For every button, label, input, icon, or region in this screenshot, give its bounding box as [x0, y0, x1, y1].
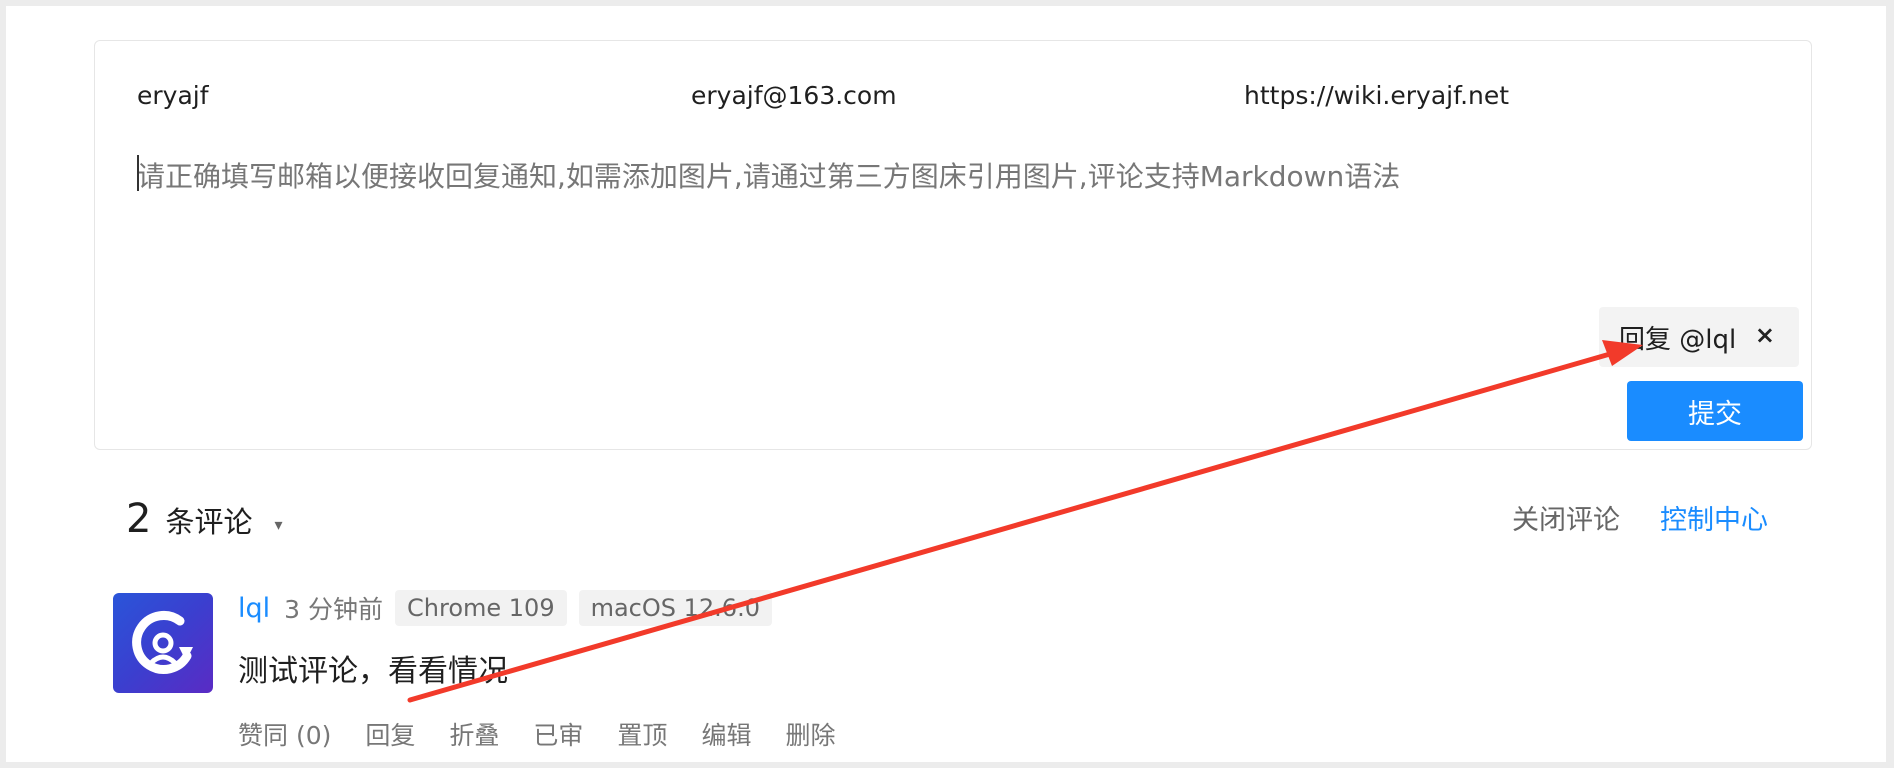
comment-count-label: 条评论: [165, 505, 253, 539]
os-badge: macOS 12.6.0: [578, 590, 772, 626]
approved-button[interactable]: 已审: [533, 716, 583, 752]
text-caret: [137, 155, 139, 191]
pin-button[interactable]: 置顶: [617, 716, 667, 752]
close-icon[interactable]: ×: [1755, 321, 1775, 349]
comment-textarea[interactable]: 请正确填写邮箱以便接收回复通知,如需添加图片,请通过第三方图床引用图片,评论支持…: [137, 155, 1737, 305]
comment-actions: 赞同 (0) 回复 折叠 已审 置顶 编辑 删除: [238, 716, 835, 752]
reply-target-label: 回复 @lql: [1619, 324, 1737, 355]
submit-button[interactable]: 提交: [1627, 381, 1803, 441]
delete-button[interactable]: 删除: [785, 716, 835, 752]
browser-badge: Chrome 109: [395, 590, 567, 626]
collapse-button[interactable]: 折叠: [449, 716, 499, 752]
reply-target-chip: 回复 @lql ×: [1599, 307, 1799, 367]
avatar-logo-icon: [132, 610, 193, 674]
comment-time: 3 分钟前: [284, 595, 384, 624]
control-center-link[interactable]: 控制中心: [1660, 498, 1768, 537]
comment-admin-links: 关闭评论 控制中心: [1512, 498, 1768, 537]
comment-text: 测试评论，看看情况: [238, 654, 508, 689]
nickname-input[interactable]: eryajf: [137, 81, 209, 110]
comment-meta: lql 3 分钟前 Chrome 109 macOS 12.6.0: [238, 590, 772, 626]
edit-button[interactable]: 编辑: [701, 716, 751, 752]
like-button[interactable]: 赞同 (0): [238, 716, 331, 752]
email-input[interactable]: eryajf@163.com: [691, 81, 897, 110]
chevron-down-icon[interactable]: ▾: [274, 515, 282, 534]
textarea-placeholder: 请正确填写邮箱以便接收回复通知,如需添加图片,请通过第三方图床引用图片,评论支持…: [137, 160, 1401, 193]
comment-panel: eryajf eryajf@163.com https://wiki.eryaj…: [6, 6, 1886, 762]
avatar[interactable]: [113, 593, 213, 693]
comment-count-header: 2 条评论 ▾: [126, 496, 283, 542]
comment-author[interactable]: lql: [238, 593, 270, 624]
reply-button[interactable]: 回复: [365, 716, 415, 752]
close-comments-link[interactable]: 关闭评论: [1512, 498, 1620, 537]
website-input[interactable]: https://wiki.eryajf.net: [1244, 81, 1509, 110]
comment-editor: eryajf eryajf@163.com https://wiki.eryaj…: [94, 40, 1812, 450]
comment-count: 2: [126, 496, 152, 542]
